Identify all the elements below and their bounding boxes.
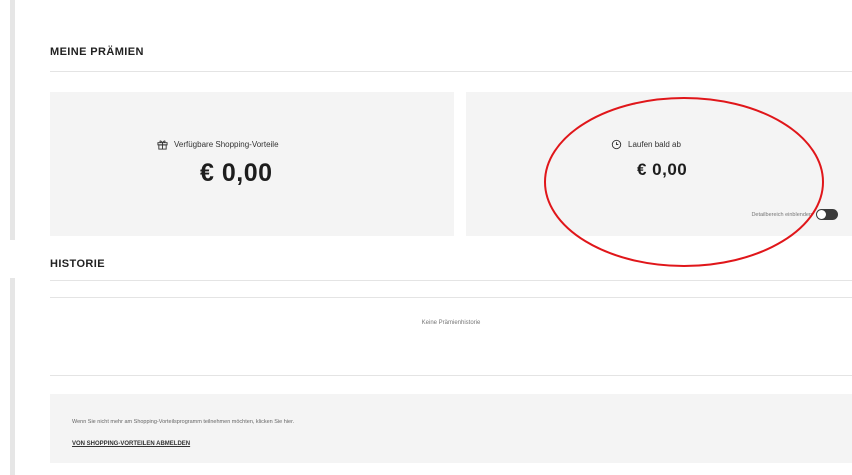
- left-accent-bar: [10, 278, 15, 475]
- clock-icon: [611, 139, 622, 150]
- left-accent-bar: [10, 0, 15, 240]
- divider: [50, 375, 852, 376]
- optout-text: Wenn Sie nicht mehr am Shopping-Vorteils…: [72, 419, 295, 425]
- available-rewards-label: Verfügbare Shopping-Vorteile: [157, 139, 279, 150]
- expiring-rewards-label: Laufen bald ab: [611, 139, 681, 150]
- detail-toggle-label: Detailbereich einblenden: [751, 211, 812, 218]
- rewards-section-title: MEINE PRÄMIEN: [50, 46, 144, 58]
- divider: [50, 71, 852, 72]
- expiring-rewards-amount: € 0,00: [637, 160, 688, 179]
- detail-toggle[interactable]: [816, 209, 838, 220]
- optout-box: Wenn Sie nicht mehr am Shopping-Vorteils…: [50, 394, 852, 463]
- detail-toggle-row: Detailbereich einblenden: [751, 209, 838, 220]
- expiring-rewards-text: Laufen bald ab: [628, 140, 681, 149]
- history-empty-text: Keine Prämienhistorie: [421, 320, 481, 326]
- gift-icon: [157, 140, 168, 150]
- available-rewards-text: Verfügbare Shopping-Vorteile: [174, 140, 279, 149]
- available-rewards-amount: € 0,00: [200, 159, 273, 187]
- divider: [50, 280, 852, 281]
- history-section-title: HISTORIE: [50, 258, 105, 270]
- optout-link[interactable]: VON SHOPPING-VORTEILEN ABMELDEN: [72, 441, 190, 447]
- available-rewards-card: Verfügbare Shopping-Vorteile € 0,00: [50, 92, 454, 236]
- divider: [50, 297, 852, 298]
